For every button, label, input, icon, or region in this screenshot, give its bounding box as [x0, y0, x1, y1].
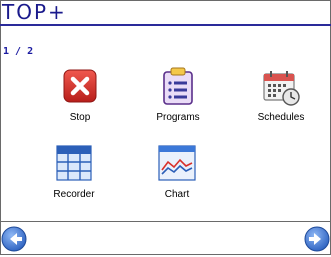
schedules-tile[interactable]: Schedules — [241, 67, 321, 127]
page-indicator: 1 / 2 — [3, 46, 34, 57]
chart-label: Chart — [164, 189, 190, 200]
next-page-button[interactable] — [304, 226, 330, 252]
stop-label: Stop — [69, 112, 91, 123]
stop-icon — [60, 67, 100, 107]
calendar-clock-icon — [261, 67, 301, 107]
arrow-left-icon — [1, 226, 27, 252]
arrow-right-icon — [304, 226, 330, 252]
recorder-label: Recorder — [53, 189, 95, 200]
recorder-tile[interactable]: Recorder — [34, 144, 114, 204]
stop-tile[interactable]: Stop — [40, 67, 120, 127]
programs-label: Programs — [156, 112, 200, 123]
programs-tile[interactable]: Programs — [138, 67, 218, 127]
previous-page-button[interactable] — [1, 226, 27, 252]
chart-tile[interactable]: Chart — [137, 144, 217, 204]
clipboard-list-icon — [158, 67, 198, 107]
schedules-label: Schedules — [257, 112, 305, 123]
line-chart-icon — [157, 144, 197, 184]
table-grid-icon — [54, 144, 94, 184]
header-divider — [0, 24, 331, 26]
brand-logo: TOP+ — [2, 0, 67, 24]
footer-divider — [0, 221, 331, 222]
app-window — [0, 0, 331, 255]
